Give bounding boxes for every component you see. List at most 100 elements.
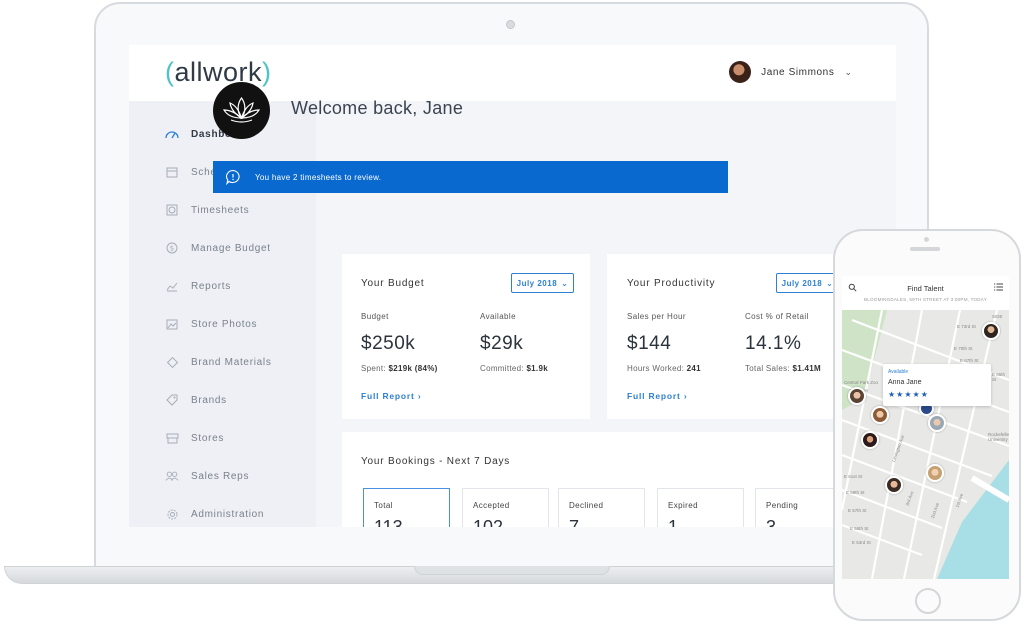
- available-value: $29k: [480, 333, 524, 354]
- sidebar-item-reports[interactable]: Reports: [165, 277, 231, 295]
- booking-value: 3: [766, 517, 777, 527]
- phone-header: Find Talent BLOOMINGDALES, 59TH STREET A…: [842, 276, 1009, 310]
- sidebar-item-administration[interactable]: Administration: [165, 505, 264, 523]
- phone-speaker: [910, 247, 940, 251]
- booking-accepted[interactable]: Accepted 102: [462, 488, 549, 527]
- page-title: Welcome back, Jane: [291, 98, 464, 118]
- chevron-down-icon: ⌄: [561, 278, 569, 288]
- budget-full-report-link[interactable]: Full Report ›: [361, 391, 421, 401]
- sidebar-item-store-photos[interactable]: Store Photos: [165, 315, 257, 333]
- month-label: July 2018: [781, 278, 823, 288]
- lotus-icon: [222, 96, 261, 123]
- map-label: E 59th St: [846, 490, 865, 495]
- booking-label: Pending: [766, 501, 799, 510]
- link-label: Full Report: [361, 391, 415, 401]
- map-label: E 57th St: [848, 508, 867, 513]
- card-title: Your Budget: [361, 278, 425, 289]
- sidebar-item-sales-reps[interactable]: Sales Reps: [165, 467, 249, 485]
- map-label: E 55th St: [850, 526, 869, 531]
- svg-text:$: $: [170, 245, 174, 253]
- laptop-camera: [506, 20, 515, 29]
- sidebar-item-label: Reports: [191, 280, 231, 292]
- dollar-icon: $: [165, 241, 179, 255]
- timesheet-alert-banner[interactable]: You have 2 timesheets to review.: [213, 161, 728, 193]
- budget-label: Budget: [361, 312, 389, 321]
- bookings-clip: Your Bookings - Next 7 Days Total 113 Ac…: [342, 432, 837, 527]
- tag-icon: [165, 393, 179, 407]
- talent-pin[interactable]: [928, 414, 946, 432]
- cost-retail-value: 14.1%: [745, 333, 802, 354]
- talent-name: Anna Jane: [888, 379, 922, 386]
- phone-screen: Find Talent BLOOMINGDALES, 59TH STREET A…: [842, 276, 1009, 579]
- sales-per-hour-label: Sales per Hour: [627, 312, 686, 321]
- spent-label: Spent:: [361, 364, 386, 373]
- productivity-month-select[interactable]: July 2018 ⌄: [776, 273, 839, 293]
- banner-text: You have 2 timesheets to review.: [255, 172, 382, 182]
- phone-home-button[interactable]: [915, 588, 941, 614]
- talent-pin[interactable]: [861, 431, 879, 449]
- budget-card: Your Budget July 2018 ⌄ Budget $250k Spen…: [342, 254, 590, 419]
- clock-icon: [165, 203, 179, 217]
- sidebar-item-manage-budget[interactable]: $ Manage Budget: [165, 239, 271, 257]
- sidebar-item-brands[interactable]: Brands: [165, 391, 227, 409]
- availability-status: Available: [888, 369, 909, 375]
- productivity-card: Your Productivity July 2018 ⌄ Sales per H…: [607, 254, 839, 419]
- booking-expired[interactable]: Expired 1: [657, 488, 744, 527]
- total-sales-text: Total Sales: $1.41M: [745, 364, 821, 373]
- sidebar-item-label: Timesheets: [191, 204, 250, 216]
- budget-value: $250k: [361, 333, 416, 354]
- store-icon: [165, 431, 179, 445]
- calendar-icon: [165, 165, 179, 179]
- map-label: E 67th St: [960, 358, 979, 363]
- sidebar-item-brand-materials[interactable]: Brand Materials: [165, 353, 272, 371]
- sidebar-item-label: Sales Reps: [191, 470, 250, 482]
- brand-logo: [213, 82, 270, 139]
- user-name: Jane Simmons: [761, 66, 835, 78]
- talent-pin[interactable]: [885, 476, 903, 494]
- booking-value: 113: [374, 517, 403, 527]
- gear-icon: [165, 507, 179, 521]
- chevron-down-icon: ⌄: [844, 66, 852, 77]
- committed-value: $1.9k: [526, 364, 548, 373]
- photo-icon: [165, 317, 179, 331]
- sidebar-item-stores[interactable]: Stores: [165, 429, 224, 447]
- list-icon[interactable]: [994, 283, 1003, 291]
- laptop-notch: [414, 566, 610, 575]
- chevron-right-icon: ›: [417, 391, 422, 401]
- booking-total[interactable]: Total 113: [363, 488, 450, 527]
- sidebar-item-label: Administration: [191, 508, 265, 520]
- user-menu[interactable]: Jane Simmons ⌄: [729, 61, 852, 83]
- talent-pin[interactable]: [871, 406, 889, 424]
- spent-text: Spent: $219k (84%): [361, 364, 438, 373]
- sidebar-item-label: Stores: [191, 432, 225, 444]
- map-label: E 70th St: [954, 346, 973, 351]
- hours-label: Hours Worked:: [627, 364, 685, 373]
- talent-card[interactable]: Available Anna Jane ★★★★★: [883, 364, 991, 406]
- productivity-full-report-link[interactable]: Full Report ›: [627, 391, 687, 401]
- talent-pin[interactable]: [982, 322, 1000, 340]
- speech-bubble-icon: [226, 169, 240, 185]
- map-label: E 61st St: [844, 474, 863, 479]
- total-sales-label: Total Sales:: [745, 364, 790, 373]
- booking-label: Total: [374, 501, 393, 510]
- gauge-icon: [165, 127, 179, 141]
- sidebar-item-timesheets[interactable]: Timesheets: [165, 201, 249, 219]
- booking-label: Expired: [668, 501, 698, 510]
- sidebar-item-label: Brands: [191, 394, 227, 406]
- map-label: SIDE: [992, 314, 1003, 319]
- available-label: Available: [480, 312, 516, 321]
- link-label: Full Report: [627, 391, 681, 401]
- total-sales-value: $1.41M: [792, 364, 821, 373]
- map-label: E 65th St: [992, 372, 1006, 382]
- booking-declined[interactable]: Declined 7: [558, 488, 645, 527]
- talent-pin[interactable]: [848, 387, 866, 405]
- line-chart-icon: [165, 279, 179, 293]
- booking-value: 7: [569, 517, 580, 527]
- budget-month-select[interactable]: July 2018 ⌄: [511, 273, 574, 293]
- talent-pin[interactable]: [926, 464, 944, 482]
- booking-pending[interactable]: Pending 3: [755, 488, 837, 527]
- logo-paren-open: (: [165, 57, 175, 87]
- people-icon: [165, 469, 179, 483]
- spent-value: $219k (84%): [388, 364, 438, 373]
- booking-label: Declined: [569, 501, 604, 510]
